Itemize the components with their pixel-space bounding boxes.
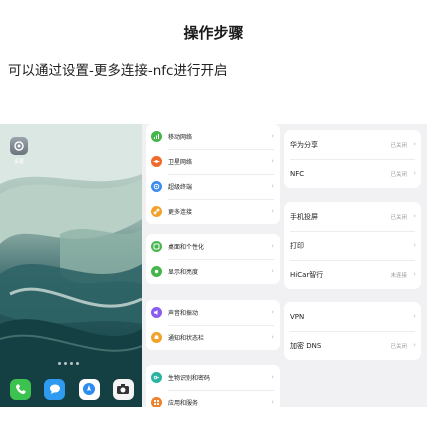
chevron-right-icon: › [271, 157, 274, 165]
apps-icon [151, 397, 162, 407]
menu-item-label: 应用和服务 [168, 400, 199, 407]
chevron-right-icon: › [271, 398, 274, 406]
menu-item-more-connections[interactable]: 更多连接 › [146, 199, 280, 224]
menu-item-super-device[interactable]: 超级终端 › [146, 174, 280, 199]
phone-app-icon[interactable] [10, 378, 31, 400]
status-value: 已关闭 [390, 172, 407, 178]
detail-item-label: 华为分享 [290, 140, 318, 149]
menu-group-connectivity: 移动网络 › 卫星网络 › 超级终端 › 更多连接 › [146, 124, 280, 224]
menu-item-display-brightness[interactable]: 显示和亮度 › [146, 259, 280, 284]
chevron-right-icon: › [271, 242, 274, 250]
detail-item-label: 加密 DNS [290, 341, 322, 350]
print-item[interactable]: 打印 › [284, 231, 421, 260]
chevron-right-icon: › [271, 333, 274, 341]
menu-item-label: 超级终端 [168, 184, 193, 191]
chevron-right-icon: › [413, 312, 416, 320]
device-screenshot: 设置 移动网络 › 卫星网络 › 超级终端 › 更多连接 › 桌面和个性化 › … [0, 124, 427, 407]
huawei-share-item[interactable]: 华为分享 已关闭 › [284, 130, 421, 159]
status-value: 已关闭 [390, 215, 407, 221]
screen-projection-item[interactable]: 手机投屏 已关闭 › [284, 202, 421, 231]
menu-item-notifications[interactable]: 通知和状态栏 › [146, 325, 280, 350]
menu-group-sound: 声音和振动 › 通知和状态栏 › [146, 300, 280, 350]
brightness-icon [151, 266, 162, 277]
vpn-item[interactable]: VPN › [284, 302, 421, 331]
menu-item-label: 通知和状态栏 [168, 335, 205, 342]
menu-item-label: 桌面和个性化 [168, 244, 205, 251]
detail-item-label: NFC [290, 169, 305, 178]
page-title: 操作步骤 [183, 24, 244, 42]
menu-item-satellite-network[interactable]: 卫星网络 › [146, 149, 280, 174]
status-value: 已关闭 [390, 143, 407, 149]
chevron-right-icon: › [413, 241, 416, 249]
chevron-right-icon: › [271, 267, 274, 275]
encrypted-dns-item[interactable]: 加密 DNS 已关闭 › [284, 331, 421, 360]
detail-group-projection: 手机投屏 已关闭 › 打印 › HiCar智行 未连接 › [284, 202, 421, 289]
chevron-right-icon: › [413, 169, 416, 177]
menu-group-display: 桌面和个性化 › 显示和亮度 › [146, 234, 280, 284]
detail-group-share: 华为分享 已关闭 › NFC 已关闭 › [284, 130, 421, 188]
messages-app-icon[interactable] [44, 378, 66, 400]
chevron-right-icon: › [413, 341, 416, 349]
more-connections-panel: 华为分享 已关闭 › NFC 已关闭 › 手机投屏 已关闭 › 打印 › HiC… [282, 124, 427, 407]
menu-item-label: 显示和亮度 [168, 269, 199, 276]
bell-icon [151, 332, 162, 343]
nfc-item[interactable]: NFC 已关闭 › [284, 159, 421, 188]
menu-item-label: 移动网络 [168, 134, 193, 141]
menu-item-desktop-personalization[interactable]: 桌面和个性化 › [146, 234, 280, 259]
menu-item-apps-services[interactable]: 应用和服务 › [146, 390, 280, 407]
settings-app-icon[interactable] [10, 137, 28, 155]
page-indicator [58, 362, 79, 365]
page-footer-space [0, 407, 427, 427]
menu-item-sound-vibration[interactable]: 声音和振动 › [146, 300, 280, 325]
dock [10, 376, 134, 402]
menu-item-mobile-network[interactable]: 移动网络 › [146, 124, 280, 149]
chevron-right-icon: › [271, 308, 274, 316]
speaker-icon [151, 307, 162, 318]
settings-app-label: 设置 [13, 159, 24, 165]
menu-item-label: 生物识别和密码 [168, 375, 211, 382]
chevron-right-icon: › [271, 132, 274, 140]
detail-item-label: VPN [290, 312, 305, 321]
key-icon [151, 372, 162, 383]
antenna-icon [151, 131, 162, 142]
detail-item-label: HiCar智行 [290, 270, 324, 279]
menu-item-label: 卫星网络 [168, 159, 193, 166]
detail-group-network: VPN › 加密 DNS 已关闭 › [284, 302, 421, 360]
home-screen: 设置 [0, 124, 142, 407]
chevron-right-icon: › [271, 182, 274, 190]
menu-item-biometrics-password[interactable]: 生物识别和密码 › [146, 365, 280, 390]
chevron-right-icon: › [413, 270, 416, 278]
menu-item-label: 更多连接 [168, 209, 193, 216]
hicar-item[interactable]: HiCar智行 未连接 › [284, 260, 421, 289]
detail-item-label: 手机投屏 [290, 212, 318, 221]
browser-app-icon[interactable] [78, 378, 100, 400]
link-icon [151, 206, 162, 217]
menu-item-label: 声音和振动 [168, 310, 199, 317]
chevron-right-icon: › [271, 207, 274, 215]
desktop-icon [151, 241, 162, 252]
instruction-text: 可以通过设置-更多连接-nfc进行开启 [8, 63, 228, 79]
settings-menu: 移动网络 › 卫星网络 › 超级终端 › 更多连接 › 桌面和个性化 › 显示和… [144, 124, 280, 407]
chevron-right-icon: › [271, 373, 274, 381]
camera-app-icon[interactable] [112, 378, 134, 400]
menu-group-security: 生物识别和密码 › 应用和服务 › [146, 365, 280, 407]
detail-item-label: 打印 [290, 241, 304, 250]
status-value: 已关闭 [390, 344, 407, 350]
chevron-right-icon: › [413, 140, 416, 148]
satellite-icon [151, 156, 162, 167]
super-device-icon [151, 181, 162, 192]
status-value: 未连接 [390, 273, 407, 279]
chevron-right-icon: › [413, 212, 416, 220]
